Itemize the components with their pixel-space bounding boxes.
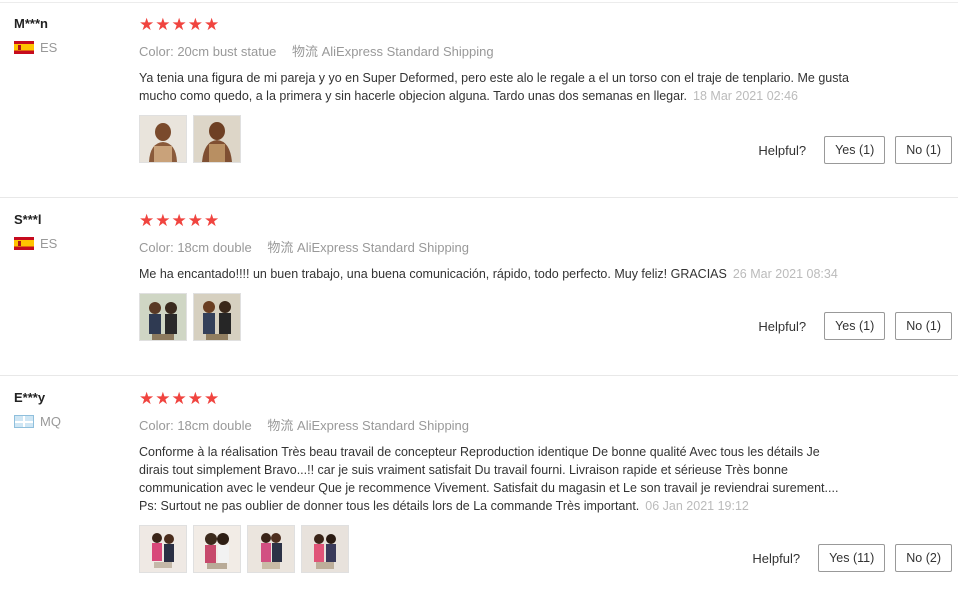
country-code: ES [40,40,58,55]
reviewer-info: S***l ES [14,212,57,251]
star-icon: ★ [204,211,220,231]
star-icon: ★ [139,389,155,409]
color-value: 20cm bust statue [177,44,277,59]
review-photo-thumbnail[interactable] [193,525,241,573]
spain-flag-icon [14,41,34,54]
helpful-yes-button[interactable]: Yes (1) [824,312,886,340]
helpful-yes-button[interactable]: Yes (1) [824,136,886,164]
star-rating: ★ ★ ★ ★ ★ [139,390,851,408]
helpful-no-button[interactable]: No (1) [895,136,952,164]
review-photo-thumbnail[interactable] [139,115,187,163]
review-text: Conforme à la réalisation Très beau trav… [139,443,851,515]
review-date: 06 Jan 2021 19:12 [645,499,749,513]
color-label: Color: [139,44,174,59]
reviewer-country: ES [14,40,57,55]
review-photo-thumbnail[interactable] [193,115,241,163]
helpful-vote: Helpful? Yes (1) No (1) [758,312,952,340]
review-divider [0,375,958,376]
review-divider [0,197,958,198]
reviewer-name: M***n [14,16,48,31]
review-photo-thumbnail[interactable] [247,525,295,573]
review-date: 26 Mar 2021 08:34 [732,267,838,281]
helpful-yes-button[interactable]: Yes (11) [818,544,886,572]
star-icon: ★ [171,15,187,35]
star-icon: ★ [155,389,171,409]
star-rating: ★ ★ ★ ★ ★ [139,212,869,230]
reviewer-name: S***l [14,212,42,227]
star-icon: ★ [139,211,155,231]
country-code: ES [40,236,58,251]
review-item: M***n ES ★ ★ ★ ★ ★ Color: 20cm bust stat… [0,16,958,198]
helpful-no-button[interactable]: No (2) [895,544,952,572]
review-text: Me ha encantado!!!! un buen trabajo, una… [139,265,869,283]
review-meta: Color: 18cm double 物流 AliExpress Standar… [139,415,851,434]
reviewer-name: E***y [14,390,46,405]
spain-flag-icon [14,237,34,250]
top-divider [0,2,958,3]
star-icon: ★ [187,211,203,231]
review-photo-thumbnail[interactable] [301,525,349,573]
helpful-vote: Helpful? Yes (1) No (1) [758,136,952,164]
reviewer-country: ES [14,236,57,251]
helpful-label: Helpful? [752,550,801,566]
review-body: Me ha encantado!!!! un buen trabajo, una… [139,267,727,281]
review-date: 18 Mar 2021 02:46 [693,89,798,103]
shipping-label: 物流 [291,44,318,59]
shipping-label: 物流 [267,240,294,255]
star-icon: ★ [139,15,155,35]
reviewer-info: E***y MQ [14,390,61,429]
country-code: MQ [40,414,61,429]
review-photo-thumbnail[interactable] [139,293,187,341]
color-value: 18cm double [177,240,252,255]
helpful-label: Helpful? [758,318,807,334]
shipping-value: AliExpress Standard Shipping [297,418,470,433]
review-item: S***l ES ★ ★ ★ ★ ★ Color: 18cm double 物流… [0,212,958,376]
review-text: Ya tenia una figura de mi pareja y yo en… [139,69,869,105]
helpful-no-button[interactable]: No (1) [895,312,952,340]
star-icon: ★ [171,389,187,409]
star-rating: ★ ★ ★ ★ ★ [139,16,869,34]
helpful-label: Helpful? [758,142,807,158]
star-icon: ★ [187,15,203,35]
review-photo-thumbnail[interactable] [193,293,241,341]
review-meta: Color: 18cm double 物流 AliExpress Standar… [139,237,869,256]
review-content: ★ ★ ★ ★ ★ Color: 18cm double 物流 AliExpre… [139,390,851,573]
review-item: E***y MQ ★ ★ ★ ★ ★ Color: 18cm double 物流… [0,390,958,600]
review-meta: Color: 20cm bust statue 物流 AliExpress St… [139,41,869,60]
color-label: Color: [139,240,174,255]
shipping-value: AliExpress Standard Shipping [297,240,470,255]
helpful-vote: Helpful? Yes (11) No (2) [752,544,952,572]
shipping-value: AliExpress Standard Shipping [321,44,494,59]
star-icon: ★ [155,211,171,231]
star-icon: ★ [204,15,220,35]
reviewer-country: MQ [14,414,61,429]
martinique-flag-icon [14,415,34,428]
review-photo-thumbnail[interactable] [139,525,187,573]
star-icon: ★ [171,211,187,231]
color-label: Color: [139,418,174,433]
star-icon: ★ [204,389,220,409]
color-value: 18cm double [177,418,252,433]
star-icon: ★ [187,389,203,409]
shipping-label: 物流 [267,418,294,433]
star-icon: ★ [155,15,171,35]
reviewer-info: M***n ES [14,16,57,55]
review-photos [139,525,851,573]
